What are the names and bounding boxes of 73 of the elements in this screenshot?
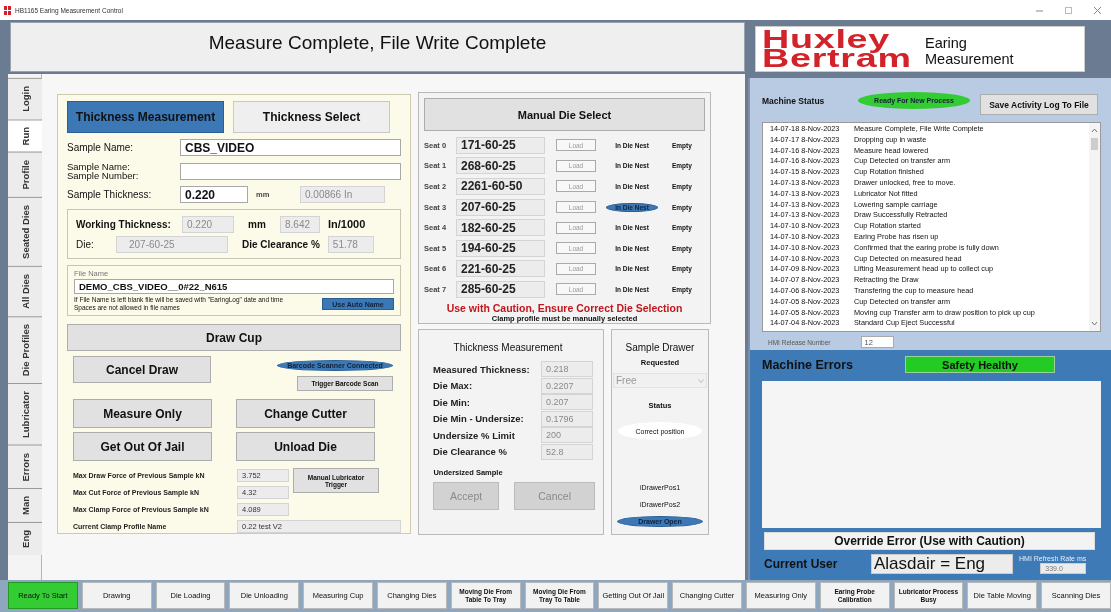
action-button[interactable]: Change Cutter [236, 399, 375, 428]
unit-label: mm [247, 218, 267, 230]
value-display: Alasdair = Eng [871, 554, 1013, 574]
action-button[interactable]: Unload Die [236, 432, 375, 461]
status-message: Measure Complete, File Write Complete [208, 32, 547, 55]
field-label: Measured Thickness: [433, 363, 531, 375]
maximize-icon[interactable] [1065, 6, 1072, 14]
side-tab[interactable]: All Dies [8, 265, 42, 316]
field-label: Sample Thickness: [67, 189, 153, 200]
side-tab[interactable]: Errors [8, 444, 42, 489]
die-field: 268-60-25 [456, 157, 545, 175]
action-button[interactable]: Measure Only [73, 399, 212, 428]
tab[interactable]: Thickness Measurement [67, 101, 224, 133]
die-field: 2261-60-50 [456, 178, 545, 195]
draw-cup-button[interactable]: Draw Cup [67, 324, 401, 351]
die-field: 285-60-25 [456, 280, 545, 298]
side-tab[interactable]: Profile [8, 152, 42, 197]
caret-icon [698, 378, 704, 383]
die-field: 207-60-25 [456, 198, 545, 216]
app-icon [4, 5, 11, 15]
field-label: Sample Name: [67, 142, 135, 153]
side-tab[interactable]: Man [8, 488, 42, 523]
value-display: 8.642 [280, 215, 320, 233]
side-tab[interactable]: Die Profiles [8, 315, 42, 383]
die-field: 221-60-25 [456, 260, 545, 278]
field-label: Working Thickness: [76, 218, 172, 230]
safety-status: Safety Healthy [905, 356, 1055, 373]
value-display: 0.207 [541, 394, 593, 411]
section-label: Machine Status [762, 95, 826, 106]
section-title: Sample Drawer [625, 342, 695, 353]
die-field: 171-60-25 [456, 136, 545, 154]
field-label: Current User [763, 557, 839, 571]
input-field[interactable]: CBS_VIDEO [180, 139, 401, 156]
cancel-draw-button[interactable]: Cancel Draw [73, 356, 211, 383]
value-display: 0.218 [541, 361, 593, 378]
section-title: Thickness Measurement [452, 342, 564, 353]
save-log-button[interactable]: Save Activity Log To File [980, 94, 1098, 115]
value-display: 52.8 [541, 443, 593, 460]
section-header: Manual Die Select [424, 98, 705, 131]
side-tab[interactable]: Eng [8, 522, 42, 556]
side-tab[interactable]: Seated Dies [8, 196, 42, 266]
unit-label: In/1000 [328, 218, 366, 230]
value-display: 51.78 [327, 235, 374, 253]
side-tab[interactable]: Lubricator [8, 382, 42, 445]
input-field[interactable]: DEMO_CBS_VIDEO__0#22_N615 [74, 279, 394, 294]
value-display: 0.220 [182, 215, 234, 233]
scrollbar[interactable] [1089, 123, 1100, 331]
input-field[interactable]: 0.220 [180, 186, 248, 203]
close-icon[interactable] [1094, 6, 1101, 14]
die-field: 182-60-25 [456, 219, 545, 237]
input-field[interactable] [180, 162, 401, 180]
section-label: Machine Errors [762, 357, 854, 372]
field-label: Die Clearance % [433, 446, 508, 458]
field-label: Undersize % Limit [433, 429, 516, 441]
field-label: Die Min: [433, 396, 471, 408]
value-display: 0.2207 [541, 377, 593, 394]
value-display: 0.00866 In [300, 186, 385, 203]
field-label: Die: [76, 238, 95, 250]
field-label: Die Max: [433, 380, 474, 392]
value-display: 0.1796 [541, 410, 593, 427]
product-name: Earing Measurement [925, 33, 1014, 67]
value-display: 200 [541, 427, 593, 444]
die-field: 194-60-25 [456, 239, 545, 257]
value-display: 207-60-25 [116, 235, 228, 253]
warning-text: Use with Caution, Ensure Correct Die Selection [445, 301, 684, 314]
field-label: Die Min - Undersize: [433, 413, 525, 425]
override-error-button[interactable]: Override Error (Use with Caution) [764, 532, 1095, 550]
field-label: Die Clearance % [242, 238, 320, 250]
action-button[interactable]: Get Out Of Jail [73, 432, 212, 461]
field-label: Sample Name: Sample Number: [67, 162, 140, 180]
side-tab[interactable]: Login [8, 78, 42, 119]
side-tab[interactable]: Run [8, 118, 42, 153]
tab[interactable]: Thickness Select [233, 101, 390, 133]
